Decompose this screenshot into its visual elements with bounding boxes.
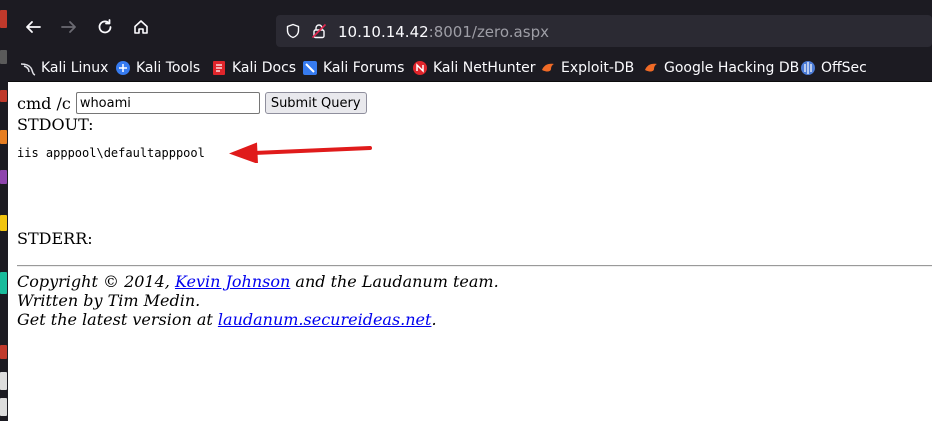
footer: Copyright © 2014, Kevin Johnson and the …	[17, 272, 499, 329]
offsec-icon	[800, 60, 816, 76]
bookmarks-toolbar: Kali Linux Kali Tools Kali Docs Kali For…	[8, 52, 932, 82]
forward-button[interactable]	[58, 16, 80, 38]
bookmark-label: Exploit-DB	[561, 60, 635, 76]
dock-app-icon[interactable]	[0, 215, 7, 231]
copyright-suffix: and the Laudanum team.	[290, 272, 499, 291]
back-button[interactable]	[22, 16, 44, 38]
bookmark-offsec[interactable]: OffSec	[800, 58, 867, 78]
bookmark-kali-forums[interactable]: Kali Forums	[302, 58, 404, 78]
bookmark-kali-nethunter[interactable]: Kali NetHunter	[412, 58, 535, 78]
bookmark-label: Kali Tools	[136, 60, 201, 76]
url-host: 10.10.14.42	[338, 23, 429, 41]
url-text[interactable]: 10.10.14.42:8001/zero.aspx	[338, 23, 549, 41]
home-button[interactable]	[130, 16, 152, 38]
dock-app-icon[interactable]	[0, 345, 7, 359]
dock-app-icon[interactable]	[0, 10, 7, 28]
ghdb-icon	[643, 60, 659, 76]
bookmark-exploit-db[interactable]: Exploit-DB	[540, 58, 634, 78]
dock-app-icon[interactable]	[0, 170, 7, 184]
reload-icon	[98, 19, 112, 34]
stdout-label: STDOUT:	[17, 115, 94, 134]
browser-toolbar: 10.10.14.42:8001/zero.aspx	[8, 0, 932, 52]
back-arrow-icon	[26, 21, 41, 33]
bookmark-kali-linux[interactable]: Kali Linux	[20, 58, 108, 78]
exploit-db-icon	[540, 60, 556, 76]
desktop-dock	[0, 0, 8, 421]
command-input[interactable]	[75, 92, 260, 114]
stderr-label: STDERR:	[17, 229, 93, 248]
home-icon	[134, 20, 148, 34]
dock-app-icon[interactable]	[0, 272, 7, 294]
page-content: cmd /c Submit Query STDOUT: iis apppool\…	[8, 82, 932, 421]
url-path: :8001/zero.aspx	[428, 23, 549, 41]
address-bar[interactable]: 10.10.14.42:8001/zero.aspx	[276, 15, 932, 47]
bookmark-label: OffSec	[821, 60, 867, 76]
bookmark-google-hacking-db[interactable]: Google Hacking DB	[643, 58, 799, 78]
written-by-line: Written by Tim Medin.	[17, 291, 201, 310]
dock-app-icon[interactable]	[0, 90, 7, 102]
bookmark-label: Kali Docs	[232, 60, 297, 76]
bookmark-label: Kali NetHunter	[433, 60, 536, 76]
kali-dragon-icon	[20, 60, 36, 76]
bookmark-label: Kali Linux	[41, 60, 109, 76]
reload-button[interactable]	[94, 16, 116, 38]
kali-tools-icon	[115, 60, 131, 76]
command-prefix-label: cmd /c	[17, 93, 71, 113]
latest-version-text: Get the latest version at	[17, 310, 218, 329]
submit-query-button[interactable]: Submit Query	[264, 92, 367, 114]
kali-forums-icon	[302, 60, 318, 76]
copyright-text: Copyright © 2014,	[17, 272, 175, 291]
bookmark-kali-tools[interactable]: Kali Tools	[115, 58, 200, 78]
dock-app-icon[interactable]	[0, 130, 7, 144]
insecure-lock-icon[interactable]	[311, 23, 327, 39]
annotation-arrow-icon	[229, 142, 372, 163]
laudanum-site-link[interactable]: laudanum.secureideas.net	[218, 310, 432, 329]
stdout-output: iis apppool\defaultapppool	[17, 146, 205, 160]
dock-app-icon[interactable]	[0, 372, 7, 390]
kali-docs-icon	[211, 60, 227, 76]
bookmark-label: Google Hacking DB	[664, 60, 800, 76]
latest-version-line: Get the latest version at laudanum.secur…	[17, 310, 499, 329]
dock-app-icon[interactable]	[0, 398, 7, 416]
bookmark-kali-docs[interactable]: Kali Docs	[211, 58, 296, 78]
copyright-line: Copyright © 2014, Kevin Johnson and the …	[17, 272, 499, 291]
author-link[interactable]: Kevin Johnson	[175, 272, 290, 291]
kali-nethunter-icon	[412, 60, 428, 76]
footer-divider	[17, 265, 932, 267]
dock-app-icon[interactable]	[0, 50, 7, 64]
forward-arrow-icon	[61, 21, 76, 33]
shield-icon[interactable]	[285, 23, 301, 39]
command-form: cmd /c Submit Query	[17, 92, 367, 114]
latest-version-suffix: .	[431, 310, 437, 329]
bookmark-label: Kali Forums	[323, 60, 405, 76]
